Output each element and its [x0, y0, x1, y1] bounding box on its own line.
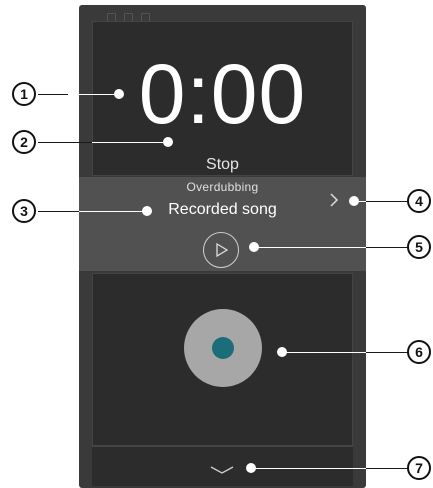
screenshot-stage: 0:00 Stop Overdubbing Recorded song 1 2 … [0, 0, 433, 488]
callout-leader [282, 352, 366, 353]
callout-leader [38, 211, 79, 212]
record-panel [92, 273, 353, 446]
playback-status: Stop [206, 156, 239, 173]
callout-number: 2 [12, 130, 36, 154]
bottom-bar [92, 446, 353, 486]
callout-leader [92, 142, 168, 143]
callout-leader [366, 468, 410, 469]
callout-leader [38, 94, 68, 95]
record-button[interactable] [184, 309, 262, 387]
callout-number: 5 [407, 235, 431, 259]
record-icon [212, 337, 234, 359]
callout-anchor [163, 137, 173, 147]
song-title: Recorded song [168, 201, 277, 218]
callout-leader [366, 201, 410, 202]
callout-number: 4 [407, 189, 431, 213]
play-icon [216, 243, 229, 257]
chevron-right-icon[interactable] [327, 193, 341, 207]
callout-leader [366, 352, 410, 353]
callout-leader [254, 247, 366, 248]
song-panel[interactable]: Overdubbing Recorded song [79, 177, 366, 271]
callout-number: 3 [12, 199, 36, 223]
callout-leader [251, 468, 366, 469]
callout-leader [38, 142, 92, 143]
callout-leader [354, 201, 366, 202]
play-button[interactable] [203, 232, 239, 268]
callout-leader [79, 211, 147, 212]
callout-number: 7 [407, 456, 431, 480]
callout-leader [366, 247, 410, 248]
callout-anchor [142, 206, 152, 216]
callout-anchor [114, 89, 124, 99]
timer-panel: 0:00 Stop [92, 21, 353, 176]
recording-mode-label: Overdubbing [186, 180, 259, 194]
callout-number: 1 [12, 82, 36, 106]
chevron-down-icon[interactable] [210, 462, 234, 474]
callout-number: 6 [407, 340, 431, 364]
elapsed-time: 0:00 [138, 47, 307, 141]
callout-leader [68, 94, 120, 95]
